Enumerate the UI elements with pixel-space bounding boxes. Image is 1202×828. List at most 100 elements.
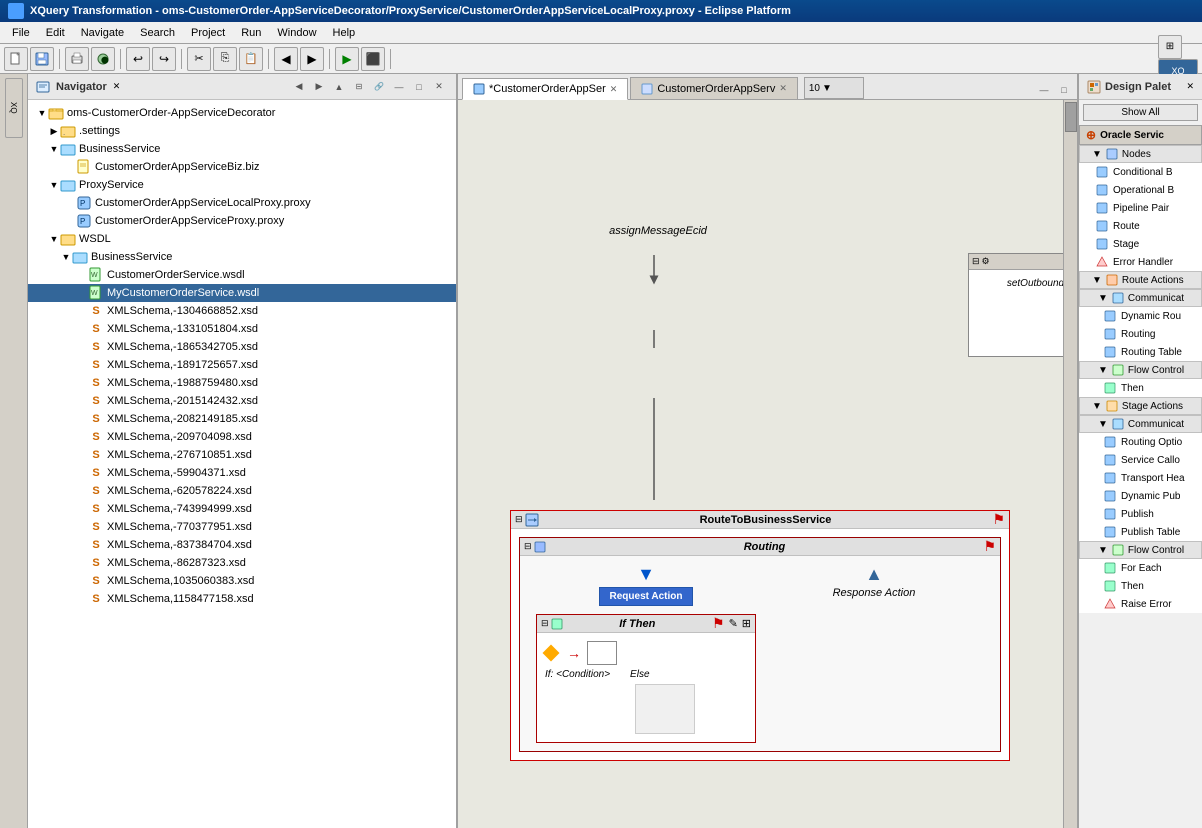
palette-item-publish[interactable]: Publish — [1079, 505, 1202, 523]
tree-arrow-wsdl-folder[interactable]: ▼ — [48, 234, 60, 244]
nav-back[interactable]: ◀ — [290, 78, 308, 96]
palette-section-oracle[interactable]: ⊕ Oracle Servic — [1079, 125, 1202, 145]
palette-item-stage[interactable]: Stage — [1079, 235, 1202, 253]
tab-close-1[interactable]: ✕ — [610, 84, 618, 95]
palette-item-route[interactable]: Route — [1079, 217, 1202, 235]
tree-item-xsd7[interactable]: ▶ S XMLSchema,-2082149185.xsd — [28, 410, 456, 428]
collapse-ifthen[interactable]: ⊟ — [541, 618, 549, 629]
tree-item-proxy2[interactable]: ▶ P CustomerOrderAppServiceProxy.proxy — [28, 212, 456, 230]
tree-item-bizfile[interactable]: ▶ CustomerOrderAppServiceBiz.biz — [28, 158, 456, 176]
tree-item-wsdl-folder[interactable]: ▼ WSDL — [28, 230, 456, 248]
menu-search[interactable]: Search — [132, 25, 183, 41]
tree-item-settings[interactable]: ▶ . .settings — [28, 122, 456, 140]
tree-item-xsd14[interactable]: ▶ S XMLSchema,-837384704.xsd — [28, 536, 456, 554]
nav-up[interactable]: ▲ — [330, 78, 348, 96]
tree-item-xsd6[interactable]: ▶ S XMLSchema,-2015142432.xsd — [28, 392, 456, 410]
palette-subsection-stage-actions[interactable]: ▼ Stage Actions — [1079, 397, 1202, 415]
palette-subsection-communicat-stage[interactable]: ▼ Communicat — [1079, 415, 1202, 433]
tree-item-wsdl2[interactable]: ▶ W MyCustomerOrderService.wsdl — [28, 284, 456, 302]
tree-arrow-bizservice[interactable]: ▼ — [48, 144, 60, 154]
condition-box[interactable] — [587, 641, 617, 665]
tree-item-root[interactable]: ▼ oms-CustomerOrder-AppServiceDecorator — [28, 104, 456, 122]
tree-arrow-settings[interactable]: ▶ — [48, 126, 60, 137]
nav-maximize[interactable]: □ — [410, 78, 428, 96]
menu-help[interactable]: Help — [325, 25, 364, 41]
tree-item-xsd13[interactable]: ▶ S XMLSchema,-770377951.xsd — [28, 518, 456, 536]
toolbar-forward[interactable]: ▶ — [300, 47, 324, 71]
toolbar-stop[interactable]: ⬛ — [361, 47, 385, 71]
nav-forward[interactable]: ▶ — [310, 78, 328, 96]
toolbar-print[interactable] — [65, 47, 89, 71]
toolbar-back[interactable]: ◀ — [274, 47, 298, 71]
tree-item-bizservice2[interactable]: ▼ BusinessService — [28, 248, 456, 266]
tree-item-xsd16[interactable]: ▶ S XMLSchema,1035060383.xsd — [28, 572, 456, 590]
tree-item-xsd9[interactable]: ▶ S XMLSchema,-276710851.xsd — [28, 446, 456, 464]
canvas-scrollbar[interactable] — [1063, 100, 1077, 828]
request-action-button[interactable]: Request Action — [599, 587, 694, 606]
palette-item-routing[interactable]: Routing — [1079, 325, 1202, 343]
tab-counter[interactable]: 10 ▼ — [804, 77, 864, 99]
palette-subsection-flow-control-route[interactable]: ▼ Flow Control — [1079, 361, 1202, 379]
tree-arrow-bizservice2[interactable]: ▼ — [60, 252, 72, 262]
palette-item-dynamic-pub[interactable]: Dynamic Pub — [1079, 487, 1202, 505]
menu-run[interactable]: Run — [233, 25, 269, 41]
palette-item-routing-table[interactable]: Routing Table — [1079, 343, 1202, 361]
route-container[interactable]: ⊟ RouteToBusinessService ⚑ ⊟ — [510, 510, 1010, 761]
palette-show-all[interactable]: Show All — [1083, 104, 1198, 121]
palette-item-service-callo[interactable]: Service Callo — [1079, 451, 1202, 469]
ifthen-edit[interactable]: ✎ — [729, 617, 738, 630]
palette-item-if-then-route[interactable]: Then — [1079, 379, 1202, 397]
palette-item-operational-b[interactable]: Operational B — [1079, 181, 1202, 199]
toolbar-debug[interactable]: ⬤ — [91, 47, 115, 71]
toolbar-undo[interactable]: ↩ — [126, 47, 150, 71]
palette-subsection-nodes[interactable]: ▼ Nodes — [1079, 145, 1202, 163]
collapse-routing[interactable]: ⊟ — [524, 541, 532, 552]
palette-item-conditional-b[interactable]: Conditional B — [1079, 163, 1202, 181]
toolbar-save[interactable] — [30, 47, 54, 71]
palette-subsection-communicat-route[interactable]: ▼ Communicat — [1079, 289, 1202, 307]
nav-close[interactable]: ✕ — [430, 78, 448, 96]
palette-item-for-each[interactable]: For Each — [1079, 559, 1202, 577]
nav-minimize[interactable]: — — [390, 78, 408, 96]
tree-item-xsd3[interactable]: ▶ S XMLSchema,-1865342705.xsd — [28, 338, 456, 356]
palette-item-if-then-stage[interactable]: Then — [1079, 577, 1202, 595]
ifthen-container[interactable]: ⊟ If Then ⚑ ✎ ⊞ — [536, 614, 756, 743]
palette-item-raise-error[interactable]: Raise Error — [1079, 595, 1202, 613]
palette-item-error-handler[interactable]: Error Handler — [1079, 253, 1202, 271]
palette-item-publish-table[interactable]: Publish Table — [1079, 523, 1202, 541]
tree-item-xsd12[interactable]: ▶ S XMLSchema,-743994999.xsd — [28, 500, 456, 518]
editor-content[interactable]: assignMessageEcid ⊟ ⚙ setOutboundNamespa… — [458, 100, 1077, 828]
canvas[interactable]: assignMessageEcid ⊟ ⚙ setOutboundNamespa… — [458, 100, 1077, 828]
set-outbound-container[interactable]: ⊟ ⚙ setOutboundNamespaceAndOperation — [968, 253, 1077, 357]
toolbar-paste[interactable]: 📋 — [239, 47, 263, 71]
tree-arrow-root[interactable]: ▼ — [36, 108, 48, 118]
editor-maximize[interactable]: □ — [1055, 81, 1073, 99]
ifthen-config[interactable]: ⊞ — [742, 617, 751, 630]
tree-item-bizservice[interactable]: ▼ BusinessService — [28, 140, 456, 158]
menu-edit[interactable]: Edit — [38, 25, 73, 41]
nav-collapse[interactable]: ⊟ — [350, 78, 368, 96]
tree-item-xsd11[interactable]: ▶ S XMLSchema,-620578224.xsd — [28, 482, 456, 500]
tree-item-xsd1[interactable]: ▶ S XMLSchema,-1304668852.xsd — [28, 302, 456, 320]
toolbar-cut[interactable]: ✂ — [187, 47, 211, 71]
tree-item-xsd15[interactable]: ▶ S XMLSchema,-86287323.xsd — [28, 554, 456, 572]
assign-node[interactable]: ✕ Assign — [969, 297, 1077, 344]
tree-item-proxyservice[interactable]: ▼ ProxyService — [28, 176, 456, 194]
collapse-set-outbound[interactable]: ⊟ — [972, 256, 980, 267]
collapse-route[interactable]: ⊟ — [515, 514, 523, 525]
tree-item-xsd2[interactable]: ▶ S XMLSchema,-1331051804.xsd — [28, 320, 456, 338]
tree-item-xsd4[interactable]: ▶ S XMLSchema,-1891725657.xsd — [28, 356, 456, 374]
toolbar-maximize[interactable]: ⊞ — [1158, 35, 1182, 59]
routing-container[interactable]: ⊟ Routing ⚑ ▼ — [519, 537, 1001, 752]
tree-item-proxy1[interactable]: ▶ P CustomerOrderAppServiceLocalProxy.pr… — [28, 194, 456, 212]
palette-item-dynamic-rou[interactable]: Dynamic Rou — [1079, 307, 1202, 325]
editor-minimize[interactable]: — — [1035, 81, 1053, 99]
scrollbar-thumb[interactable] — [1065, 102, 1077, 132]
palette-subsection-route-actions[interactable]: ▼ Route Actions — [1079, 271, 1202, 289]
tree-arrow-proxyservice[interactable]: ▼ — [48, 180, 60, 190]
tree-item-xsd8[interactable]: ▶ S XMLSchema,-209704098.xsd — [28, 428, 456, 446]
toolbar-redo[interactable]: ↪ — [152, 47, 176, 71]
palette-item-pipeline-pair[interactable]: Pipeline Pair — [1079, 199, 1202, 217]
toolbar-copy[interactable]: ⎘ — [213, 47, 237, 71]
menu-file[interactable]: File — [4, 25, 38, 41]
